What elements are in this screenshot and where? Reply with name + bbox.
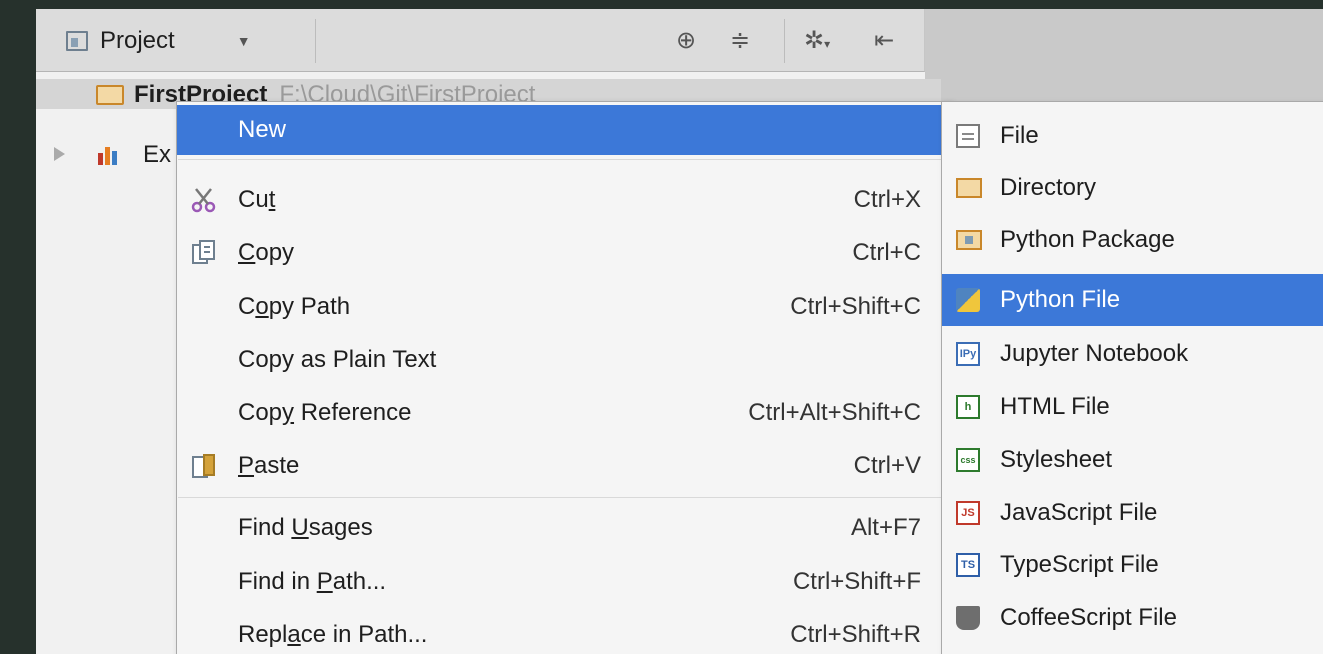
submenu-item-html-file[interactable]: h HTML File [942, 381, 1323, 433]
new-submenu: File Directory Python Package Python Fil… [941, 101, 1323, 654]
submenu-item-label: HTML File [1000, 393, 1110, 420]
paste-icon [192, 454, 215, 478]
ide-window: Project ▼ ⊕ ≑ ✲▾ ⇤ FirstProject F:\Cloud… [36, 9, 1323, 654]
copy-icon [192, 240, 215, 264]
menu-item-copy-reference[interactable]: Copy Reference Ctrl+Alt+Shift+C [177, 388, 949, 438]
ts-icon: TS [956, 553, 980, 577]
shortcut-label: Ctrl+Shift+F [792, 568, 921, 595]
menu-item-label: Find in Path... [238, 568, 387, 595]
menu-item-replace-in-path[interactable]: Replace in Path... Ctrl+Shift+R [177, 610, 949, 654]
submenu-item-python-package[interactable]: Python Package [942, 214, 1323, 266]
menu-item-label: Find Usages [238, 514, 373, 541]
shortcut-label: Ctrl+Shift+R [790, 621, 921, 648]
editor-header-area [925, 9, 1323, 104]
submenu-item-label: Stylesheet [1000, 446, 1113, 473]
submenu-item-label: File [1000, 122, 1039, 149]
python-icon [956, 288, 980, 312]
shortcut-label: Ctrl+X [853, 186, 921, 213]
html-icon: h [956, 395, 980, 419]
js-icon: JS [956, 501, 980, 525]
submenu-item-python-file[interactable]: Python File [942, 274, 1323, 326]
coffee-icon [956, 606, 980, 630]
menu-item-label: Cut [238, 186, 276, 213]
submenu-item-label: Directory [1000, 174, 1097, 201]
toolbar-divider [315, 19, 316, 63]
submenu-item-label: CoffeeScript File [1000, 604, 1177, 631]
folder-icon [96, 85, 124, 105]
menu-item-label: New [238, 116, 287, 143]
submenu-item-directory[interactable]: Directory [942, 162, 1323, 214]
chevron-down-icon: ▼ [236, 33, 251, 49]
folder-icon [956, 178, 982, 198]
submenu-item-typescript-file[interactable]: TS TypeScript File [942, 539, 1323, 591]
jupyter-icon: IPy [956, 342, 980, 366]
shortcut-label: Alt+F7 [850, 514, 921, 541]
menu-separator [178, 159, 948, 160]
package-icon [956, 230, 982, 250]
gear-icon[interactable]: ✲▾ [804, 29, 830, 56]
shortcut-label: Ctrl+Shift+C [790, 293, 921, 320]
submenu-item-file[interactable]: File [942, 110, 1323, 162]
toolbar-divider [784, 19, 785, 63]
shortcut-label: Ctrl+C [852, 239, 921, 266]
submenu-item-stylesheet[interactable]: css Stylesheet [942, 434, 1323, 486]
menu-item-cut[interactable]: Cut Ctrl+X [177, 175, 949, 225]
menu-item-paste[interactable]: Paste Ctrl+V [177, 441, 949, 491]
external-libraries-label: Ex [143, 141, 172, 168]
locate-icon[interactable]: ⊕ [676, 29, 696, 53]
submenu-item-coffeescript-file[interactable]: CoffeeScript File [942, 592, 1323, 644]
menu-item-label: Copy as Plain Text [238, 346, 437, 373]
menu-item-copy-plain-text[interactable]: Copy as Plain Text [177, 335, 949, 385]
collapse-icon[interactable]: ≑ [730, 29, 750, 53]
hide-panel-icon[interactable]: ⇤ [874, 29, 894, 53]
file-icon [956, 124, 980, 148]
context-menu: New Cut Ctrl+X Copy Ctrl+C Copy Path Ctr… [176, 101, 959, 654]
shortcut-label: Ctrl+V [853, 452, 921, 479]
menu-item-copy-path[interactable]: Copy Path Ctrl+Shift+C [177, 282, 949, 332]
menu-item-find-in-path[interactable]: Find in Path... Ctrl+Shift+F [177, 557, 949, 607]
submenu-item-label: JavaScript File [1000, 499, 1158, 526]
menu-separator [178, 497, 948, 498]
menu-item-new[interactable]: New [177, 105, 959, 155]
submenu-item-jupyter-notebook[interactable]: IPy Jupyter Notebook [942, 328, 1323, 380]
scissors-icon [191, 188, 216, 213]
tree-external-row[interactable]: Ex [143, 141, 171, 169]
menu-item-find-usages[interactable]: Find Usages Alt+F7 [177, 503, 949, 553]
project-icon [66, 31, 88, 51]
menu-item-label: Replace in Path... [238, 621, 428, 648]
menu-item-label: Copy [238, 239, 295, 266]
submenu-item-label: TypeScript File [1000, 551, 1159, 578]
project-toolbar: Project ▼ ⊕ ≑ ✲▾ ⇤ [36, 9, 925, 72]
menu-item-label: Paste [238, 452, 300, 479]
menu-item-copy[interactable]: Copy Ctrl+C [177, 228, 949, 278]
shortcut-label: Ctrl+Alt+Shift+C [748, 399, 921, 426]
submenu-item-label: Python Package [1000, 226, 1175, 253]
library-icon [98, 145, 124, 165]
submenu-item-label: Jupyter Notebook [1000, 340, 1189, 367]
menu-item-label: Copy Path [238, 293, 351, 320]
project-view-selector[interactable]: Project ▼ [66, 27, 251, 55]
menu-item-label: Copy Reference [238, 399, 412, 426]
css-icon: css [956, 448, 980, 472]
submenu-item-label: Python File [1000, 286, 1121, 313]
project-view-label: Project [100, 27, 175, 54]
expand-arrow-icon[interactable] [54, 147, 65, 161]
submenu-item-javascript-file[interactable]: JS JavaScript File [942, 487, 1323, 539]
